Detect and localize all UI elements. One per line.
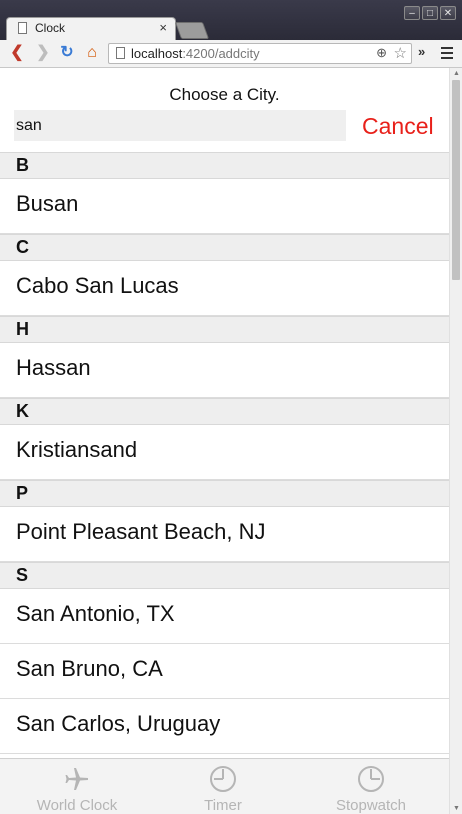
forward-icon[interactable]: ❯ (34, 44, 52, 62)
letter-header: B (0, 152, 449, 179)
browser-tab[interactable]: Clock × (6, 17, 176, 40)
zoom-icon[interactable]: ⊕ (376, 45, 387, 61)
airplane-icon (65, 768, 88, 790)
scroll-up-icon[interactable]: ▲ (453, 70, 460, 77)
city-list-item[interactable]: San Carlos, Uruguay (0, 699, 449, 754)
home-icon[interactable]: ⌂ (83, 44, 101, 62)
close-window-icon[interactable]: ✕ (440, 6, 456, 20)
city-list-item[interactable]: Point Pleasant Beach, NJ (0, 507, 449, 562)
scroll-down-icon[interactable]: ▼ (453, 805, 460, 812)
city-list-item[interactable]: Kristiansand (0, 425, 449, 480)
scrollbar-thumb[interactable] (452, 80, 460, 280)
browser-titlebar: Clock × – □ ✕ (0, 0, 462, 40)
page-icon (18, 22, 27, 34)
window-controls: – □ ✕ (404, 6, 456, 20)
city-list-item[interactable]: Cabo San Lucas (0, 261, 449, 316)
bookmark-star-icon[interactable]: ☆ (394, 44, 407, 62)
page-viewport: Choose a City. Cancel BBusanCCabo San Lu… (0, 68, 449, 814)
letter-header: K (0, 398, 449, 425)
tab-title: Clock (35, 21, 66, 35)
nav-label: Timer (204, 797, 242, 814)
tab-close-icon[interactable]: × (159, 20, 167, 35)
nav-label: Stopwatch (335, 797, 407, 814)
maximize-icon[interactable]: □ (422, 6, 438, 20)
back-icon[interactable]: ❮ (8, 44, 26, 62)
browser-window: Clock × – □ ✕ ❮ ❯ ↻ ⌂ localhost:4200/add… (0, 0, 462, 814)
nav-timer[interactable]: Timer (163, 759, 283, 814)
choose-city-header: Choose a City. Cancel (0, 68, 449, 152)
url-text[interactable]: localhost:4200/addcity (131, 46, 260, 61)
nav-stopwatch[interactable]: Stopwatch (311, 759, 431, 814)
page-title: Choose a City. (169, 85, 280, 104)
bottom-nav: World Clock Timer Stopwatch (0, 758, 449, 814)
city-list-item[interactable]: San Bruno, CA (0, 644, 449, 699)
browser-toolbar: ❮ ❯ ↻ ⌂ localhost:4200/addcity ⊕ ☆ » (0, 40, 462, 68)
menu-icon[interactable] (441, 47, 453, 59)
letter-header: H (0, 316, 449, 343)
extensions-chevron-icon[interactable]: » (418, 44, 425, 59)
cancel-button[interactable]: Cancel (362, 113, 434, 140)
address-bar[interactable]: localhost:4200/addcity ⊕ ☆ (108, 43, 412, 64)
page-icon (116, 47, 125, 59)
minimize-icon[interactable]: – (404, 6, 420, 20)
nav-world-clock[interactable]: World Clock (17, 759, 137, 814)
city-list-item[interactable]: Busan (0, 179, 449, 234)
city-search-input[interactable] (14, 110, 346, 141)
timer-icon (210, 766, 236, 792)
new-tab-button[interactable] (174, 22, 210, 39)
reload-icon[interactable]: ↻ (58, 44, 76, 62)
letter-header: P (0, 480, 449, 507)
nav-label: World Clock (36, 797, 118, 814)
city-list-item[interactable]: Hassan (0, 343, 449, 398)
letter-header: S (0, 562, 449, 589)
city-list: B Busan C Cabo San Lucas H Hassan K Kristiansan… (0, 152, 449, 754)
letter-header: C (0, 234, 449, 261)
stopwatch-icon (358, 766, 384, 792)
page-scrollbar[interactable]: ▲ ▼ (449, 68, 462, 814)
city-list-item[interactable]: San Antonio, TX (0, 589, 449, 644)
